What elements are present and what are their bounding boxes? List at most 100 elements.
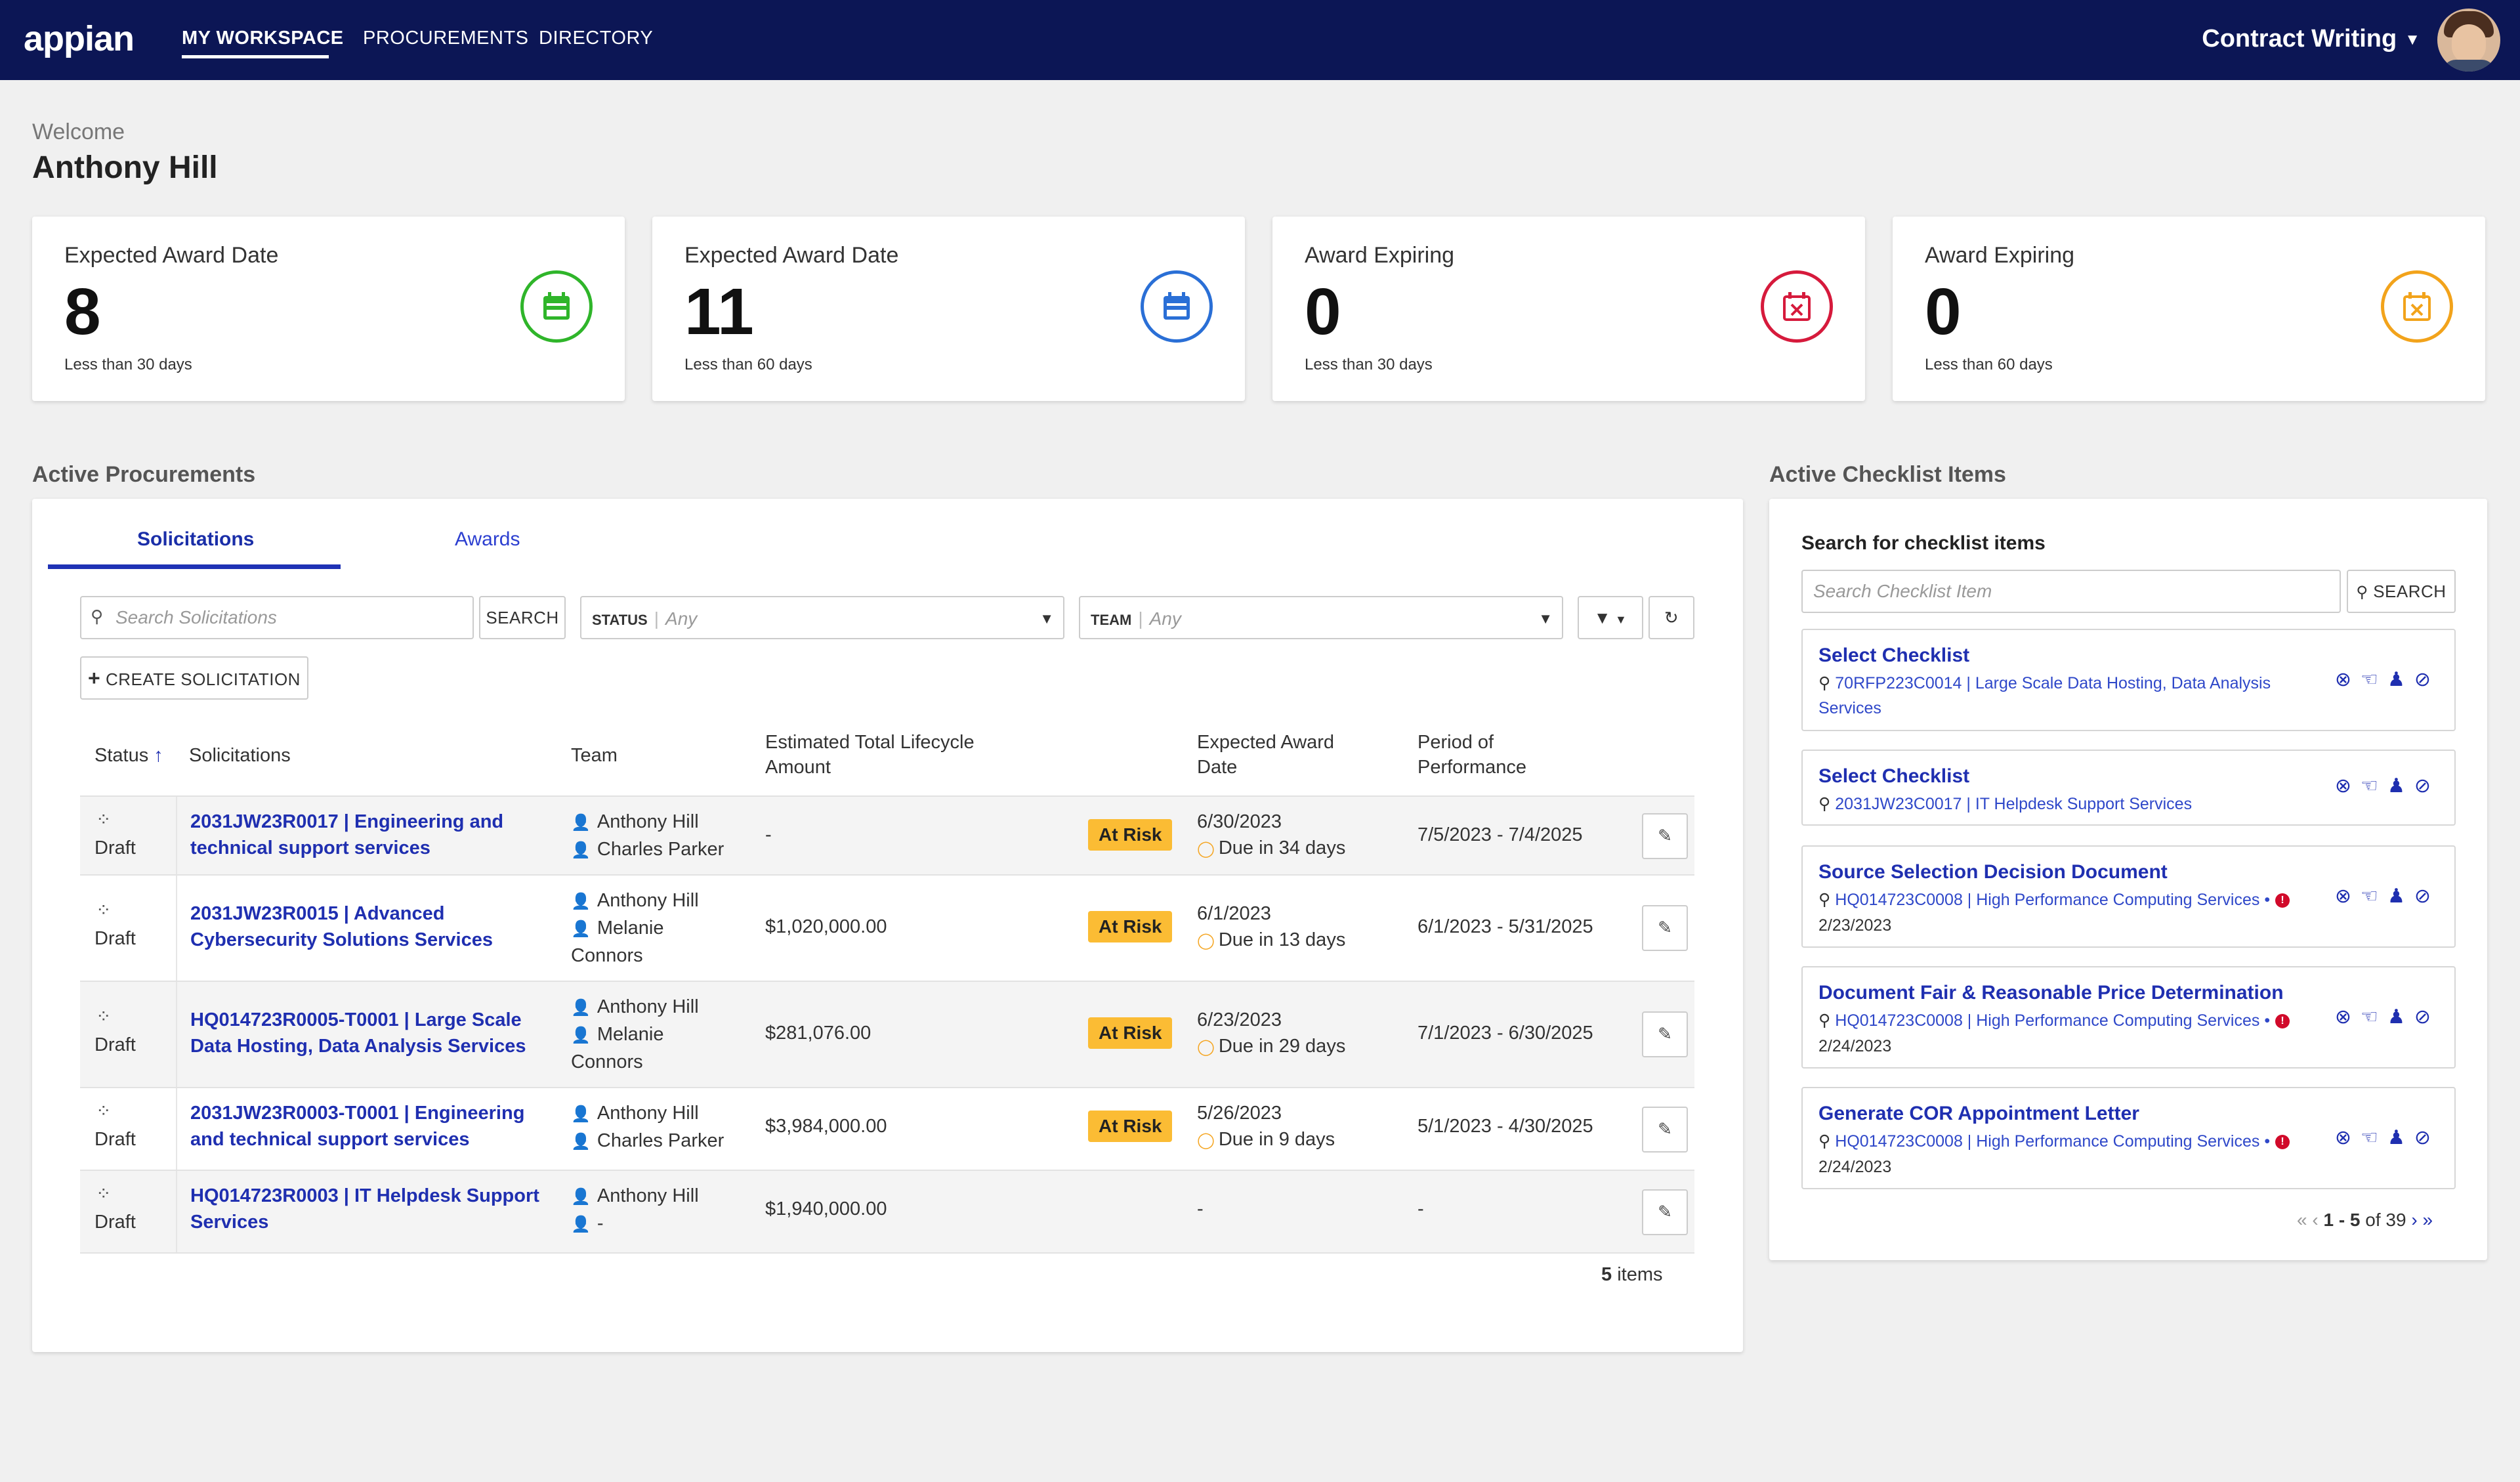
assign-user-icon[interactable]: ♟ <box>2387 1006 2414 1028</box>
nav-procurements[interactable]: PROCUREMENTS <box>363 28 529 49</box>
status-filter-dropdown[interactable]: STATUS | Any ▼ <box>580 596 1064 639</box>
checklist-item[interactable]: Source Selection Decision Document ⚲ HQ0… <box>1801 845 2456 948</box>
edit-button[interactable]: ✎ <box>1642 1107 1688 1153</box>
checklist-item-title[interactable]: Select Checklist <box>1818 765 1969 788</box>
edit-button[interactable]: ✎ <box>1642 1011 1688 1057</box>
nav-directory[interactable]: DIRECTORY <box>539 28 653 49</box>
kpi-card-award-30: Expected Award Date 8 Less than 30 days <box>32 217 625 401</box>
status-cell: ⁘ Draft <box>80 797 177 876</box>
cancel-icon[interactable]: ⊗ <box>2335 669 2361 690</box>
nav-my-workspace[interactable]: MY WORKSPACE <box>182 28 344 49</box>
thumbs-up-icon[interactable]: ☜ <box>2361 1127 2387 1149</box>
person-icon: 👤 <box>571 999 591 1017</box>
draft-status-icon: ⁘ <box>96 809 112 830</box>
create-solicitation-button[interactable]: + CREATE SOLICITATION <box>80 656 308 700</box>
team-filter-dropdown[interactable]: TEAM | Any ▼ <box>1079 596 1563 639</box>
caret-down-icon: ▼ <box>2404 30 2420 49</box>
thumbs-up-icon[interactable]: ☜ <box>2361 669 2387 690</box>
calendar-x-icon <box>2381 270 2453 343</box>
kpi-subtitle: Less than 60 days <box>1925 356 2053 373</box>
award-date: 6/1/2023 ◯ Due in 13 days <box>1197 903 1346 950</box>
cancel-icon[interactable]: ⊗ <box>2335 775 2361 797</box>
amount-value: $281,076.00 <box>765 1023 872 1044</box>
checklist-search-input[interactable]: Search Checklist Item <box>1801 570 2341 613</box>
checklist-item-title[interactable]: Generate COR Appointment Letter <box>1818 1103 2139 1125</box>
table-row: ⁘ Draft 2031JW23R0017 | Engineering and t… <box>80 795 1694 876</box>
solicitation-link[interactable]: HQ014723R0003 | IT Helpdesk Support Servi… <box>190 1183 539 1235</box>
search-button[interactable]: SEARCH <box>479 596 566 639</box>
tab-awards[interactable]: Awards <box>455 528 520 551</box>
nav-active-indicator <box>182 55 329 58</box>
active-checklist-title: Active Checklist Items <box>1769 462 2006 487</box>
block-icon[interactable]: ⊘ <box>2414 885 2440 907</box>
checklist-item[interactable]: Select Checklist ⚲ 2031JW23C0017 | IT He… <box>1801 750 2456 826</box>
award-icon: ⚲ <box>1818 674 1831 692</box>
thumbs-up-icon[interactable]: ☜ <box>2361 1006 2387 1028</box>
appian-logo[interactable]: appian <box>24 18 135 59</box>
solicitation-link[interactable]: 2031JW23R0017 | Engineering and technical… <box>190 809 503 861</box>
checklist-item[interactable]: Select Checklist ⚲ 70RFP223C0014 | Large… <box>1801 629 2456 731</box>
team-members: 👤 Anthony Hill 👤 Charles Parker <box>571 1103 724 1151</box>
tab-solicitations[interactable]: Solicitations <box>137 528 254 551</box>
checklist-item-ref[interactable]: ⚲ HQ014723C0008 | High Performance Compu… <box>1818 1008 2290 1033</box>
cancel-icon[interactable]: ⊗ <box>2335 1127 2361 1149</box>
last-page-icon[interactable]: » <box>2422 1210 2433 1230</box>
kpi-title: Award Expiring <box>1925 243 2075 268</box>
kpi-title: Expected Award Date <box>684 243 899 268</box>
person-icon: 👤 <box>571 814 591 832</box>
thumbs-up-icon[interactable]: ☜ <box>2361 775 2387 797</box>
block-icon[interactable]: ⊘ <box>2414 1006 2440 1028</box>
prev-page-icon[interactable]: ‹ <box>2312 1210 2318 1230</box>
cancel-icon[interactable]: ⊗ <box>2335 885 2361 907</box>
user-avatar[interactable] <box>2437 9 2500 72</box>
block-icon[interactable]: ⊘ <box>2414 669 2440 690</box>
thumbs-up-icon[interactable]: ☜ <box>2361 885 2387 907</box>
next-page-icon[interactable]: › <box>2411 1210 2417 1230</box>
checklist-item[interactable]: Generate COR Appointment Letter ⚲ HQ0147… <box>1801 1087 2456 1189</box>
search-icon: ⚲ <box>91 606 104 626</box>
checklist-item-ref[interactable]: ⚲ 70RFP223C0014 | Large Scale Data Hosti… <box>1818 671 2271 721</box>
status-text: Draft <box>94 1034 136 1055</box>
assign-user-icon[interactable]: ♟ <box>2387 1127 2414 1149</box>
period-of-performance: 5/1/2023 - 4/30/2025 <box>1418 1116 1593 1137</box>
checklist-item-ref[interactable]: ⚲ 2031JW23C0017 | IT Helpdesk Support Se… <box>1818 792 2192 816</box>
status-cell: ⁘ Draft <box>80 1171 177 1252</box>
caret-down-icon: ▼ <box>1538 610 1553 627</box>
period-of-performance: 7/1/2023 - 6/30/2025 <box>1418 1023 1593 1044</box>
calendar-icon <box>520 270 593 343</box>
assign-user-icon[interactable]: ♟ <box>2387 885 2414 907</box>
filter-menu-button[interactable]: ▼ ▼ <box>1578 596 1643 639</box>
first-page-icon[interactable]: « <box>2297 1210 2307 1230</box>
assign-user-icon[interactable]: ♟ <box>2387 669 2414 690</box>
edit-icon: ✎ <box>1658 1202 1672 1221</box>
checklist-item-title[interactable]: Source Selection Decision Document <box>1818 861 2168 883</box>
checklist-item-title[interactable]: Document Fair & Reasonable Price Determi… <box>1818 982 2284 1004</box>
block-icon[interactable]: ⊘ <box>2414 775 2440 797</box>
at-risk-badge: At Risk <box>1088 911 1173 942</box>
checklist-actions: ⊗☜♟⊘ <box>2335 668 2440 691</box>
checklist-item-ref[interactable]: ⚲ HQ014723C0008 | High Performance Compu… <box>1818 1129 2290 1154</box>
refresh-button[interactable]: ↻ <box>1648 596 1694 639</box>
solicitation-link[interactable]: 2031JW23R0015 | Advanced Cybersecurity So… <box>190 900 493 953</box>
search-placeholder: Search Solicitations <box>116 607 277 627</box>
assign-user-icon[interactable]: ♟ <box>2387 775 2414 797</box>
block-icon[interactable]: ⊘ <box>2414 1127 2440 1149</box>
checklist-item-title[interactable]: Select Checklist <box>1818 645 1969 667</box>
solicitation-search-input[interactable]: ⚲ Search Solicitations <box>80 596 474 639</box>
col-status-header[interactable]: Status ↑ <box>94 743 163 768</box>
kpi-title: Award Expiring <box>1305 243 1455 268</box>
solicitation-link[interactable]: HQ014723R0005-T0001 | Large Scale Data Ho… <box>190 1007 526 1059</box>
edit-button[interactable]: ✎ <box>1642 905 1688 951</box>
create-solicitation-label: CREATE SOLICITATION <box>105 669 301 689</box>
edit-button[interactable]: ✎ <box>1642 1189 1688 1235</box>
solicitation-link[interactable]: 2031JW23R0003-T0001 | Engineering and tec… <box>190 1100 524 1153</box>
cancel-icon[interactable]: ⊗ <box>2335 1006 2361 1028</box>
amount-value: $1,020,000.00 <box>765 916 887 937</box>
items-count: 5 items <box>1601 1264 1663 1285</box>
table-row: ⁘ Draft HQ014723R0005-T0001 | Large Scal… <box>80 981 1694 1088</box>
checklist-item-ref[interactable]: ⚲ HQ014723C0008 | High Performance Compu… <box>1818 887 2290 912</box>
checklist-item[interactable]: Document Fair & Reasonable Price Determi… <box>1801 966 2456 1069</box>
checklist-search-button[interactable]: ⚲ SEARCH <box>2347 570 2456 613</box>
app-switcher[interactable]: Contract Writing ▼ <box>2202 25 2420 53</box>
edit-button[interactable]: ✎ <box>1642 813 1688 859</box>
